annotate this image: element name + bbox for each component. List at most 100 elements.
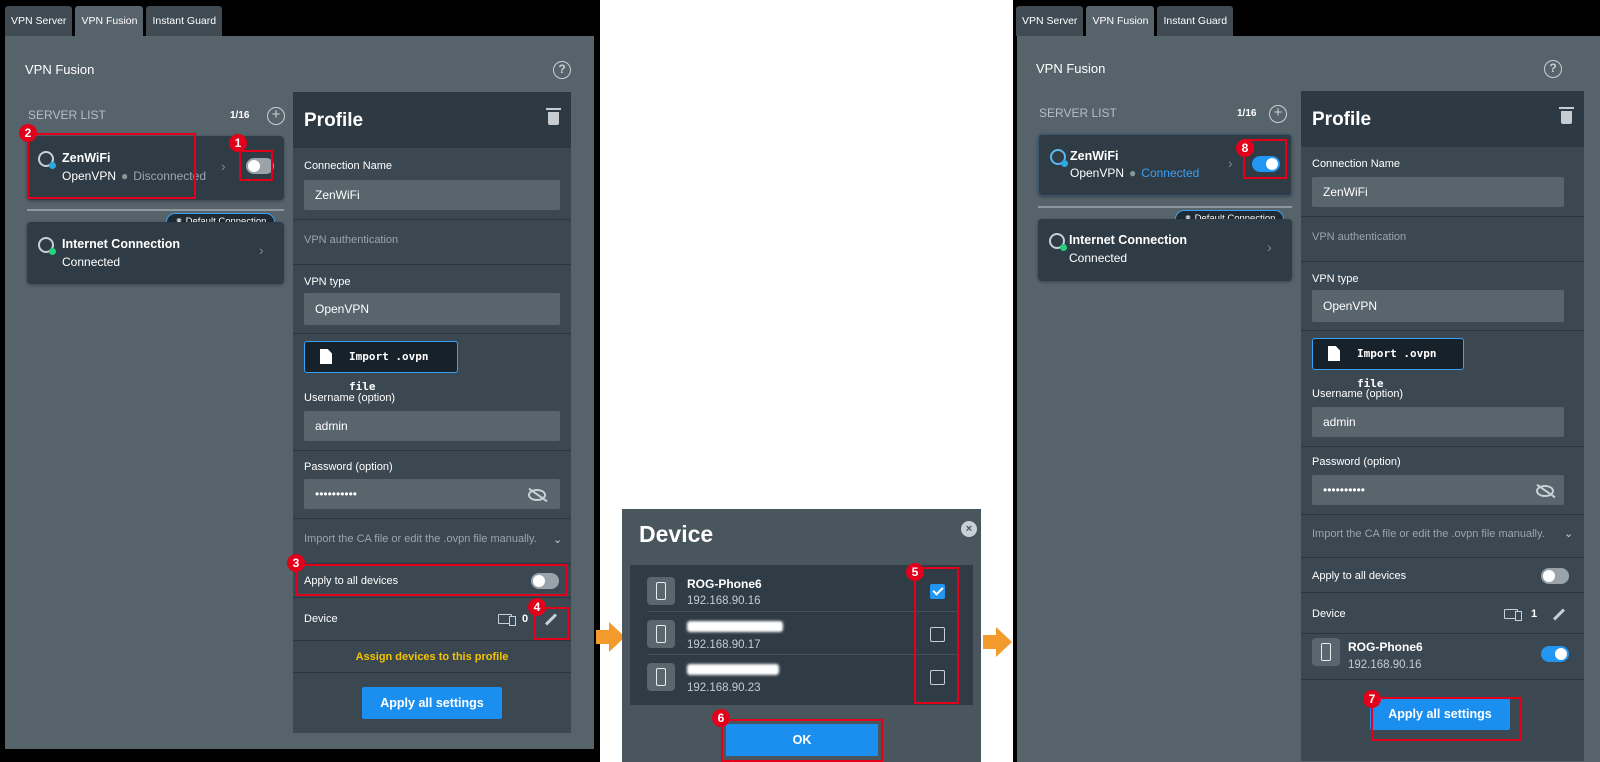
file-icon xyxy=(1328,346,1340,361)
assigned-device-name: ROG-Phone6 xyxy=(1348,640,1423,654)
eye-hidden-icon[interactable] xyxy=(1536,485,1554,497)
password-label: Password (option) xyxy=(1312,456,1401,468)
server-status-line: OpenVPN ● Disconnected xyxy=(62,169,206,183)
profile-header: Profile xyxy=(1301,91,1584,147)
close-icon[interactable]: × xyxy=(961,521,977,537)
tab-bar: VPN Server VPN Fusion Instant Guard xyxy=(5,6,223,36)
import-ovpn-label: Import .ovpn file xyxy=(349,350,429,393)
right-panel-screenshot: VPN Server VPN Fusion Instant Guard VPN … xyxy=(1013,0,1600,762)
device-ip: 192.168.90.23 xyxy=(687,682,761,694)
device-checkbox[interactable] xyxy=(930,627,945,642)
add-server-icon[interactable]: + xyxy=(267,107,285,125)
chevron-down-icon[interactable]: ⌄ xyxy=(553,533,562,546)
server-card-zenwifi[interactable]: ZenWiFi OpenVPN ● Connected › xyxy=(1038,134,1292,196)
username-field[interactable]: admin xyxy=(1312,407,1564,437)
device-label: Device xyxy=(304,613,338,625)
import-ovpn-button[interactable]: Import .ovpn file xyxy=(1312,338,1464,390)
device-checkbox[interactable] xyxy=(930,670,945,685)
assigned-device-ip: 192.168.90.16 xyxy=(1348,659,1422,671)
device-label: Device xyxy=(1312,608,1346,620)
server-connect-toggle[interactable] xyxy=(1252,156,1280,172)
apply-all-devices-label: Apply to all devices xyxy=(1312,570,1407,582)
list-divider xyxy=(27,209,284,211)
redacted-device-name xyxy=(687,621,783,632)
chevron-right-icon: › xyxy=(221,158,226,174)
page-title: VPN Fusion xyxy=(1036,61,1106,76)
help-icon[interactable]: ? xyxy=(1544,60,1562,78)
tab-vpn-fusion[interactable]: VPN Fusion xyxy=(1086,6,1155,36)
step-number-6: 6 xyxy=(712,709,730,727)
vpn-type-select[interactable]: OpenVPN xyxy=(1312,290,1564,322)
assigned-device-toggle[interactable] xyxy=(1541,646,1569,662)
chevron-down-icon[interactable]: ⌄ xyxy=(1564,527,1573,540)
password-field[interactable]: •••••••••• xyxy=(304,479,560,509)
separator xyxy=(1301,514,1584,515)
vpn-auth-label: VPN authentication xyxy=(1312,231,1407,243)
separator xyxy=(293,640,571,641)
profile-panel: Profile Connection Name ZenWiFi VPN auth… xyxy=(1301,91,1584,761)
apply-all-devices-toggle[interactable] xyxy=(531,573,559,589)
server-card-internet[interactable]: Internet Connection Connected › xyxy=(27,222,284,284)
step-number-3: 3 xyxy=(287,554,305,572)
help-icon[interactable]: ? xyxy=(553,61,571,79)
separator xyxy=(293,518,571,519)
redacted-device-name xyxy=(687,664,779,675)
device-count: 0 xyxy=(522,613,529,625)
connection-name-field[interactable]: ZenWiFi xyxy=(1312,177,1564,207)
edit-pencil-icon[interactable] xyxy=(1552,608,1566,621)
separator xyxy=(1301,446,1584,447)
username-label: Username (option) xyxy=(1312,388,1404,400)
username-label: Username (option) xyxy=(304,392,396,404)
server-connect-toggle[interactable] xyxy=(246,158,274,174)
tab-instant-guard[interactable]: Instant Guard xyxy=(1157,6,1234,36)
phone-icon xyxy=(647,577,675,605)
vpn-type-select[interactable]: OpenVPN xyxy=(304,293,560,325)
step-number-7: 7 xyxy=(1363,690,1381,708)
device-checkbox[interactable] xyxy=(930,584,945,599)
device-row[interactable]: 192.168.90.23 xyxy=(647,655,957,698)
main-panel: VPN Fusion ? SERVER LIST 1/16 + ZenWiFi … xyxy=(5,36,594,749)
trash-icon[interactable] xyxy=(1559,107,1574,124)
server-card-internet[interactable]: Internet Connection Connected › xyxy=(1038,219,1292,281)
devices-icon xyxy=(1504,609,1522,621)
separator xyxy=(1301,679,1584,680)
apply-all-settings-button[interactable]: Apply all settings xyxy=(1370,698,1510,730)
step-number-8: 8 xyxy=(1236,139,1254,157)
vpn-globe-icon xyxy=(1050,149,1068,167)
internet-globe-icon xyxy=(38,237,56,255)
page-title: VPN Fusion xyxy=(25,62,95,77)
profile-header: Profile xyxy=(293,92,571,148)
ca-file-label: Import the CA file or edit the .ovpn fil… xyxy=(1312,528,1545,540)
internet-name: Internet Connection xyxy=(1069,233,1188,247)
edit-pencil-icon[interactable] xyxy=(544,613,558,626)
password-label: Password (option) xyxy=(304,461,393,473)
file-icon xyxy=(320,349,332,364)
add-server-icon[interactable]: + xyxy=(1269,105,1287,123)
tab-instant-guard[interactable]: Instant Guard xyxy=(146,6,223,36)
apply-all-devices-toggle[interactable] xyxy=(1541,568,1569,584)
eye-hidden-icon[interactable] xyxy=(528,489,546,501)
trash-icon[interactable] xyxy=(546,108,561,125)
tab-vpn-server[interactable]: VPN Server xyxy=(1016,6,1084,36)
phone-icon xyxy=(1312,638,1340,666)
tab-vpn-fusion[interactable]: VPN Fusion xyxy=(75,6,144,36)
profile-title: Profile xyxy=(1312,109,1372,130)
server-list-label: SERVER LIST xyxy=(1039,106,1117,120)
vpn-globe-icon xyxy=(38,151,56,169)
connection-name-field[interactable]: ZenWiFi xyxy=(304,180,560,210)
step-number-4: 4 xyxy=(528,598,546,616)
username-field[interactable]: admin xyxy=(304,411,560,441)
separator xyxy=(293,672,571,673)
device-row[interactable]: 192.168.90.17 xyxy=(647,612,957,655)
server-name: ZenWiFi xyxy=(1070,149,1119,163)
server-status: Disconnected xyxy=(133,169,206,183)
ok-button[interactable]: OK xyxy=(726,724,878,756)
password-field[interactable]: •••••••••• xyxy=(1312,475,1564,505)
vpn-auth-label: VPN authentication xyxy=(304,234,399,246)
tab-vpn-server[interactable]: VPN Server xyxy=(5,6,73,36)
apply-all-settings-button[interactable]: Apply all settings xyxy=(362,687,502,719)
internet-status: Connected xyxy=(1069,251,1128,265)
separator xyxy=(293,219,571,220)
import-ovpn-button[interactable]: Import .ovpn file xyxy=(304,341,458,393)
server-status-line: OpenVPN ● Connected xyxy=(1070,166,1200,180)
